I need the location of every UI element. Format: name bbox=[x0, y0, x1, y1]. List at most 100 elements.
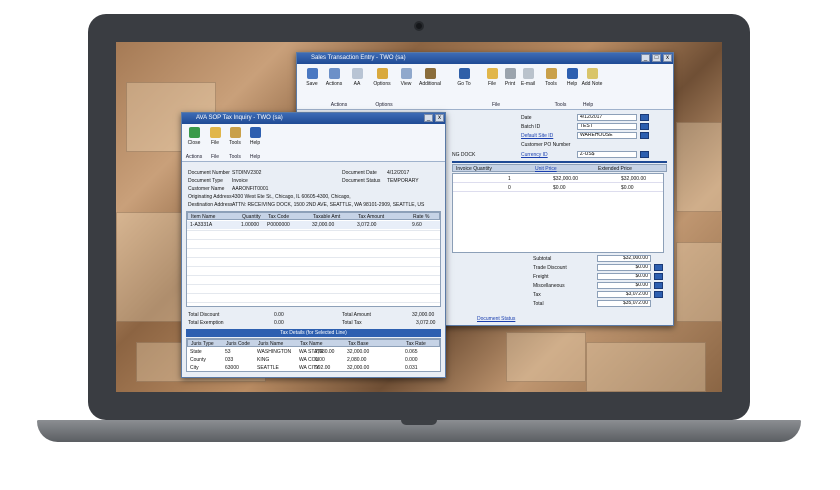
site-id-field[interactable]: WAREHOUSE bbox=[577, 132, 637, 139]
close-button[interactable]: Close bbox=[185, 127, 203, 146]
ribbon-label: E-mail bbox=[520, 81, 536, 87]
table-cell: P0000000 bbox=[267, 222, 290, 228]
total-value[interactable]: $0.00 bbox=[597, 282, 651, 289]
total-amount-value: 32,000.00 bbox=[412, 312, 435, 318]
total-expand-button[interactable] bbox=[654, 264, 663, 271]
total-exemption-label: Total Exemption bbox=[188, 320, 224, 326]
table-cell: County bbox=[190, 357, 206, 363]
origin-address-value: 4300 West Ete St., Chicago, IL 60605-430… bbox=[232, 194, 351, 200]
line-grid-header: Invoice Quantity Unit Price Extended Pri… bbox=[452, 164, 667, 172]
date-field[interactable]: 4/12/2017 bbox=[577, 114, 637, 121]
total-label: Tax bbox=[533, 292, 541, 298]
site-label[interactable]: Default Site ID bbox=[521, 133, 553, 139]
document-status-link[interactable]: Document Status bbox=[477, 316, 515, 322]
actions-button[interactable]: Actions bbox=[323, 68, 345, 87]
grid-line bbox=[187, 230, 440, 231]
total-value[interactable]: $0.00 bbox=[597, 273, 651, 280]
minimize-button[interactable]: _ bbox=[641, 54, 650, 62]
table-cell: 53 bbox=[225, 349, 231, 355]
add-note-button[interactable]: Add Note bbox=[581, 68, 603, 87]
batch-lookup-button[interactable] bbox=[640, 123, 649, 130]
column-header: Rate % bbox=[413, 214, 430, 220]
ribbon-label: View bbox=[400, 81, 412, 87]
total-label: Freight bbox=[533, 274, 549, 280]
webcam-icon bbox=[414, 21, 424, 31]
tools-button[interactable]: Tools bbox=[540, 68, 562, 87]
help-button[interactable]: Help bbox=[246, 127, 264, 146]
table-row[interactable]: 1 $32,000.00 $32,000.00 bbox=[453, 175, 663, 183]
close-button[interactable]: x bbox=[663, 54, 672, 62]
table-row[interactable]: State 53 WASHINGTON WA STATE 32,000.00 0.065 bbox=[187, 348, 440, 356]
view-button[interactable]: View bbox=[395, 68, 417, 87]
origin-address-label: Originating Address bbox=[188, 194, 232, 200]
table-cell: 32,000.00 bbox=[312, 222, 335, 228]
total-value[interactable]: $3,072.00 bbox=[597, 291, 651, 298]
total-expand-button[interactable] bbox=[654, 291, 663, 298]
doc-number-value: STDINV2302 bbox=[232, 170, 262, 176]
table-cell: 9.60 bbox=[412, 222, 422, 228]
column-header: Tax Base bbox=[348, 341, 369, 347]
file-button[interactable]: File bbox=[206, 127, 224, 146]
options-button[interactable]: Options bbox=[371, 68, 393, 87]
tax-ribbon: Close File Tools Help Actions File Tools Help bbox=[182, 124, 445, 162]
window-title: Sales Transaction Entry - TWO (sa) bbox=[311, 55, 406, 61]
total-value[interactable]: $32,000.00 bbox=[597, 255, 651, 262]
column-header: Tax Rate bbox=[406, 341, 426, 347]
ribbon-label: Options bbox=[373, 81, 391, 87]
table-cell: 63000 bbox=[225, 365, 239, 371]
cpo-label: Customer PO Number bbox=[521, 142, 571, 148]
additional-button[interactable]: Additional bbox=[419, 68, 441, 87]
ribbon-label: Tools bbox=[545, 81, 557, 87]
total-expand-button[interactable] bbox=[654, 282, 663, 289]
currency-lookup-button[interactable] bbox=[640, 151, 649, 158]
table-row[interactable]: City 63000 SEATTLE WA CITY 32,000.00 0.031 bbox=[187, 364, 440, 372]
maximize-button[interactable]: □ bbox=[652, 54, 661, 62]
unit-price-header[interactable]: Unit Price bbox=[535, 166, 557, 172]
total-value[interactable]: $0.00 bbox=[597, 264, 651, 271]
extra-cell: 0.00 bbox=[315, 357, 325, 363]
e-mail-button[interactable]: E-mail bbox=[517, 68, 539, 87]
ribbon-label: Save bbox=[306, 81, 318, 87]
table-cell: State bbox=[190, 349, 202, 355]
tax-details-title: Tax Details (for Selected Line) bbox=[186, 329, 441, 337]
laptop-notch bbox=[401, 420, 437, 425]
tax-window-title: AVA SOP Tax Inquiry - TWO (sa) bbox=[196, 115, 283, 121]
currency-field[interactable]: Z-US$ bbox=[577, 151, 637, 158]
batch-id-field[interactable]: TEST bbox=[577, 123, 637, 130]
tax-inquiry-body: Document Number STDINV2302 Document Date… bbox=[182, 162, 445, 377]
destination-address-label: Destination Address bbox=[188, 202, 233, 208]
total-expand-button[interactable] bbox=[654, 273, 663, 280]
tax-line-grid: Item Name Quantity Tax Code Taxable Amt Tax … bbox=[186, 211, 441, 307]
tools-button[interactable]: Tools bbox=[226, 127, 244, 146]
extended-price-cell: $32,000.00 bbox=[621, 176, 647, 182]
total-amount-label: Total Amount bbox=[342, 312, 371, 318]
table-cell: 033 bbox=[225, 357, 234, 363]
currency-label[interactable]: Currency ID bbox=[521, 152, 548, 158]
ribbon-label: Tools bbox=[229, 140, 241, 146]
total-discount-value: 0.00 bbox=[274, 312, 284, 318]
save-button[interactable]: Save bbox=[301, 68, 323, 87]
folder-icon bbox=[486, 68, 498, 79]
doc-type-label: Document Type bbox=[188, 178, 223, 184]
tax-close-button[interactable]: x bbox=[435, 114, 444, 122]
tax-minimize-button[interactable]: _ bbox=[424, 114, 433, 122]
ribbon-label: Additional bbox=[419, 81, 441, 87]
site-lookup-button[interactable] bbox=[640, 132, 649, 139]
go-to-button[interactable]: Go To bbox=[453, 68, 475, 87]
table-row[interactable]: 1-A3331A 1.00000 P0000000 32,000.00 3,072.00… bbox=[187, 221, 440, 229]
grid-line bbox=[187, 257, 440, 258]
table-cell: 2,080.00 bbox=[347, 357, 367, 363]
column-header: Juris Name bbox=[258, 341, 284, 347]
help-button[interactable]: Help bbox=[561, 68, 583, 87]
grid-line bbox=[187, 275, 440, 276]
aa-button[interactable]: AA bbox=[346, 68, 368, 87]
calendar-button[interactable] bbox=[640, 114, 649, 121]
additional-icon bbox=[424, 68, 436, 79]
table-row[interactable]: County 033 KING WA COU 2,080.00 0.000 bbox=[187, 356, 440, 364]
doc-type-value: Invoice bbox=[232, 178, 248, 184]
tax-grid-header: Item Name Quantity Tax Code Taxable Amt Tax … bbox=[187, 212, 440, 220]
tax-details-header: Juris Type Juris Code Juris Name Tax Name Ta… bbox=[187, 339, 440, 347]
table-row[interactable]: 0 $0.00 $0.00 bbox=[453, 184, 663, 192]
total-value[interactable]: $35,072.00 bbox=[597, 300, 651, 307]
total-label: Trade Discount bbox=[533, 265, 567, 271]
